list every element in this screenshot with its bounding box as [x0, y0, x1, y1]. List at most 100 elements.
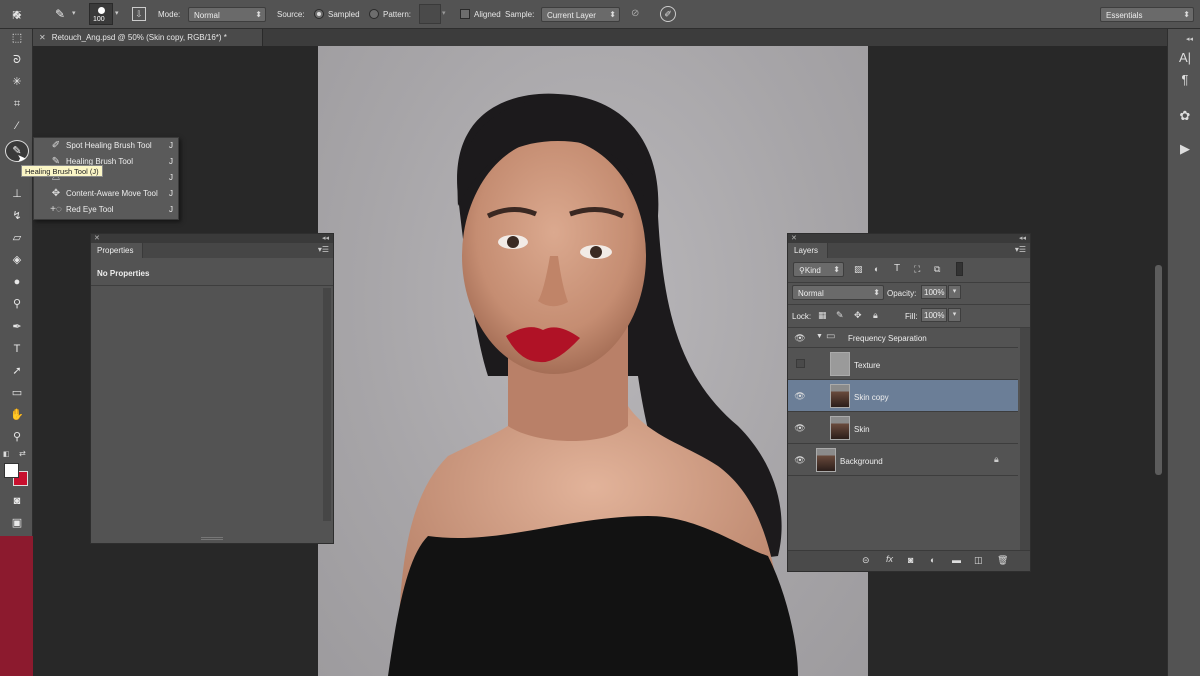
dodge-tool-icon[interactable]: ⚲: [7, 295, 27, 313]
layer-filter-kind-select[interactable]: ⚲Kind: [793, 262, 844, 277]
filter-smart-object-icon[interactable]: ⧉: [934, 264, 940, 275]
lock-pixels-icon[interactable]: ✎: [836, 310, 844, 321]
filter-adjustment-icon[interactable]: ◐: [874, 264, 879, 274]
filter-shape-icon[interactable]: ⛶: [914, 264, 920, 275]
pressure-size-icon[interactable]: ✐: [660, 6, 676, 22]
quick-mask-icon[interactable]: ◙: [7, 492, 27, 510]
healing-brush-tool-icon[interactable]: ✎: [52, 6, 68, 22]
zoom-tool-icon[interactable]: ⚲: [7, 428, 27, 446]
new-adjustment-icon[interactable]: ◐: [930, 555, 935, 565]
source-pattern-radio[interactable]: [369, 9, 379, 19]
collapse-panel-icon[interactable]: ◂◂: [322, 234, 329, 242]
tool-preset-chevron-icon[interactable]: ▾: [72, 9, 76, 17]
panel-resize-grip[interactable]: [201, 537, 223, 540]
link-layers-icon[interactable]: ⊝: [862, 555, 870, 566]
visibility-empty-box[interactable]: [796, 359, 805, 368]
new-layer-icon[interactable]: ◫: [974, 555, 983, 566]
layer-style-fx-icon[interactable]: fx: [886, 554, 893, 564]
layer-row-group[interactable]: 👁︎ ▼ ▭ Frequency Separation: [788, 328, 1018, 348]
history-brush-tool-icon[interactable]: ↯: [7, 207, 27, 225]
aligned-checkbox[interactable]: [460, 9, 470, 19]
filter-toggle-switch[interactable]: [956, 262, 963, 276]
marquee-tool-icon[interactable]: ⬚: [7, 29, 27, 47]
screen-mode-icon[interactable]: ▣: [7, 514, 27, 532]
clone-stamp-tool-icon[interactable]: ⊥: [7, 185, 27, 203]
add-mask-icon[interactable]: ◙: [908, 555, 913, 565]
tab-properties[interactable]: Properties: [91, 243, 143, 258]
default-colors-icon[interactable]: ◧: [3, 450, 10, 458]
panel-menu-icon[interactable]: ▾☰: [318, 245, 329, 254]
lock-transparent-icon[interactable]: ▦: [818, 310, 827, 321]
clone-source-panel-icon[interactable]: ⇩: [132, 7, 146, 21]
properties-scrollbar[interactable]: [323, 288, 331, 521]
workspace-select[interactable]: Essentials: [1100, 7, 1194, 22]
lasso-tool-icon[interactable]: ᘐ: [7, 51, 27, 69]
layer-row[interactable]: Texture: [788, 348, 1018, 380]
crop-tool-icon[interactable]: ⌗: [7, 95, 27, 113]
flyout-item-content-aware-move[interactable]: ✥ Content-Aware Move Tool J: [34, 186, 180, 202]
panel-menu-icon[interactable]: ▾☰: [1015, 245, 1026, 254]
flyout-item-shortcut: J: [169, 189, 173, 198]
play-actions-icon[interactable]: ▶: [1176, 140, 1194, 158]
paragraph-panel-icon[interactable]: ¶: [1176, 71, 1194, 89]
flyout-item-red-eye[interactable]: +◌ Red Eye Tool J: [34, 202, 180, 218]
canvas-scrollbar[interactable]: [1155, 265, 1162, 475]
pen-tool-icon[interactable]: ✒: [7, 318, 27, 336]
character-panel-icon[interactable]: A|: [1176, 49, 1194, 67]
color-panel-icon[interactable]: ✿: [1176, 107, 1194, 125]
layers-scrollbar[interactable]: [1020, 328, 1030, 550]
swap-colors-icon[interactable]: ⇄: [19, 449, 26, 458]
paint-bucket-tool-icon[interactable]: ◈: [7, 251, 27, 269]
filter-type-icon[interactable]: T: [894, 263, 900, 274]
eyedropper-tool-icon[interactable]: ⁄: [7, 117, 27, 135]
rectangle-tool-icon[interactable]: ▭: [7, 384, 27, 402]
foreground-color-swatch[interactable]: [4, 463, 19, 478]
pattern-picker[interactable]: [419, 4, 441, 24]
content-aware-move-icon: ✥: [51, 188, 61, 199]
tab-layers[interactable]: Layers: [788, 243, 828, 258]
layer-row-selected[interactable]: 👁︎ Skin copy: [788, 380, 1018, 412]
collapse-panel-icon[interactable]: ◂◂: [1019, 234, 1026, 242]
pattern-chevron-icon[interactable]: ▾: [442, 9, 446, 17]
source-sampled-radio[interactable]: [314, 9, 324, 19]
brush-size-picker[interactable]: 100: [89, 3, 113, 25]
lock-all-icon[interactable]: 🔒︎: [873, 310, 878, 321]
opacity-input[interactable]: 100%: [921, 285, 947, 299]
document-tab[interactable]: ✕ Retouch_Ang.psd @ 50% (Skin copy, RGB/1…: [33, 29, 263, 46]
blend-mode-select[interactable]: Normal: [792, 285, 884, 300]
flyout-item-spot-healing[interactable]: ✐ Spot Healing Brush Tool J: [34, 138, 180, 154]
magic-wand-tool-icon[interactable]: ✳: [7, 73, 27, 91]
portrait-photo[interactable]: [318, 46, 868, 676]
mode-select[interactable]: Normal: [188, 7, 266, 22]
new-group-icon[interactable]: ▬: [952, 555, 961, 565]
lock-position-icon[interactable]: ✥: [854, 310, 862, 321]
eraser-tool-icon[interactable]: ▱: [7, 229, 27, 247]
dock-collapse-icon[interactable]: ◂◂: [1186, 35, 1193, 43]
type-tool-icon[interactable]: T: [7, 340, 27, 358]
visibility-eye-icon[interactable]: 👁︎: [792, 330, 808, 346]
close-panel-icon[interactable]: ✕: [791, 234, 797, 242]
close-panel-icon[interactable]: ✕: [94, 234, 100, 242]
filter-pixel-icon[interactable]: ▨: [854, 264, 863, 275]
fill-input[interactable]: 100%: [921, 308, 947, 322]
ignore-adjustment-layers-icon[interactable]: ⊘: [631, 8, 639, 19]
fill-slider-icon[interactable]: ▾: [948, 308, 961, 322]
close-tab-icon[interactable]: ✕: [39, 33, 46, 42]
visibility-eye-icon[interactable]: 👁︎: [792, 452, 808, 468]
move-tool[interactable]: ⇱: [7, 7, 27, 25]
portrait-illustration: [388, 93, 798, 676]
blur-tool-icon[interactable]: ●: [7, 273, 27, 291]
mode-label: Mode:: [158, 10, 181, 19]
visibility-eye-icon[interactable]: 👁︎: [792, 420, 808, 436]
healing-tools-flyout: ✐ Spot Healing Brush Tool J ✎ Healing Br…: [33, 137, 179, 220]
sample-select[interactable]: Current Layer: [541, 7, 620, 22]
hand-tool-icon[interactable]: ✋: [7, 406, 27, 424]
brush-chevron-icon[interactable]: ▾: [115, 9, 119, 17]
delete-layer-icon[interactable]: 🗑︎: [997, 555, 1008, 566]
layer-row[interactable]: 👁︎ Background 🔒︎: [788, 444, 1018, 476]
path-selection-tool-icon[interactable]: ➚: [7, 362, 27, 380]
layer-row[interactable]: 👁︎ Skin: [788, 412, 1018, 444]
group-expand-chevron-icon[interactable]: ▼: [816, 333, 823, 340]
visibility-eye-icon[interactable]: 👁︎: [792, 388, 808, 404]
opacity-slider-icon[interactable]: ▾: [948, 285, 961, 299]
